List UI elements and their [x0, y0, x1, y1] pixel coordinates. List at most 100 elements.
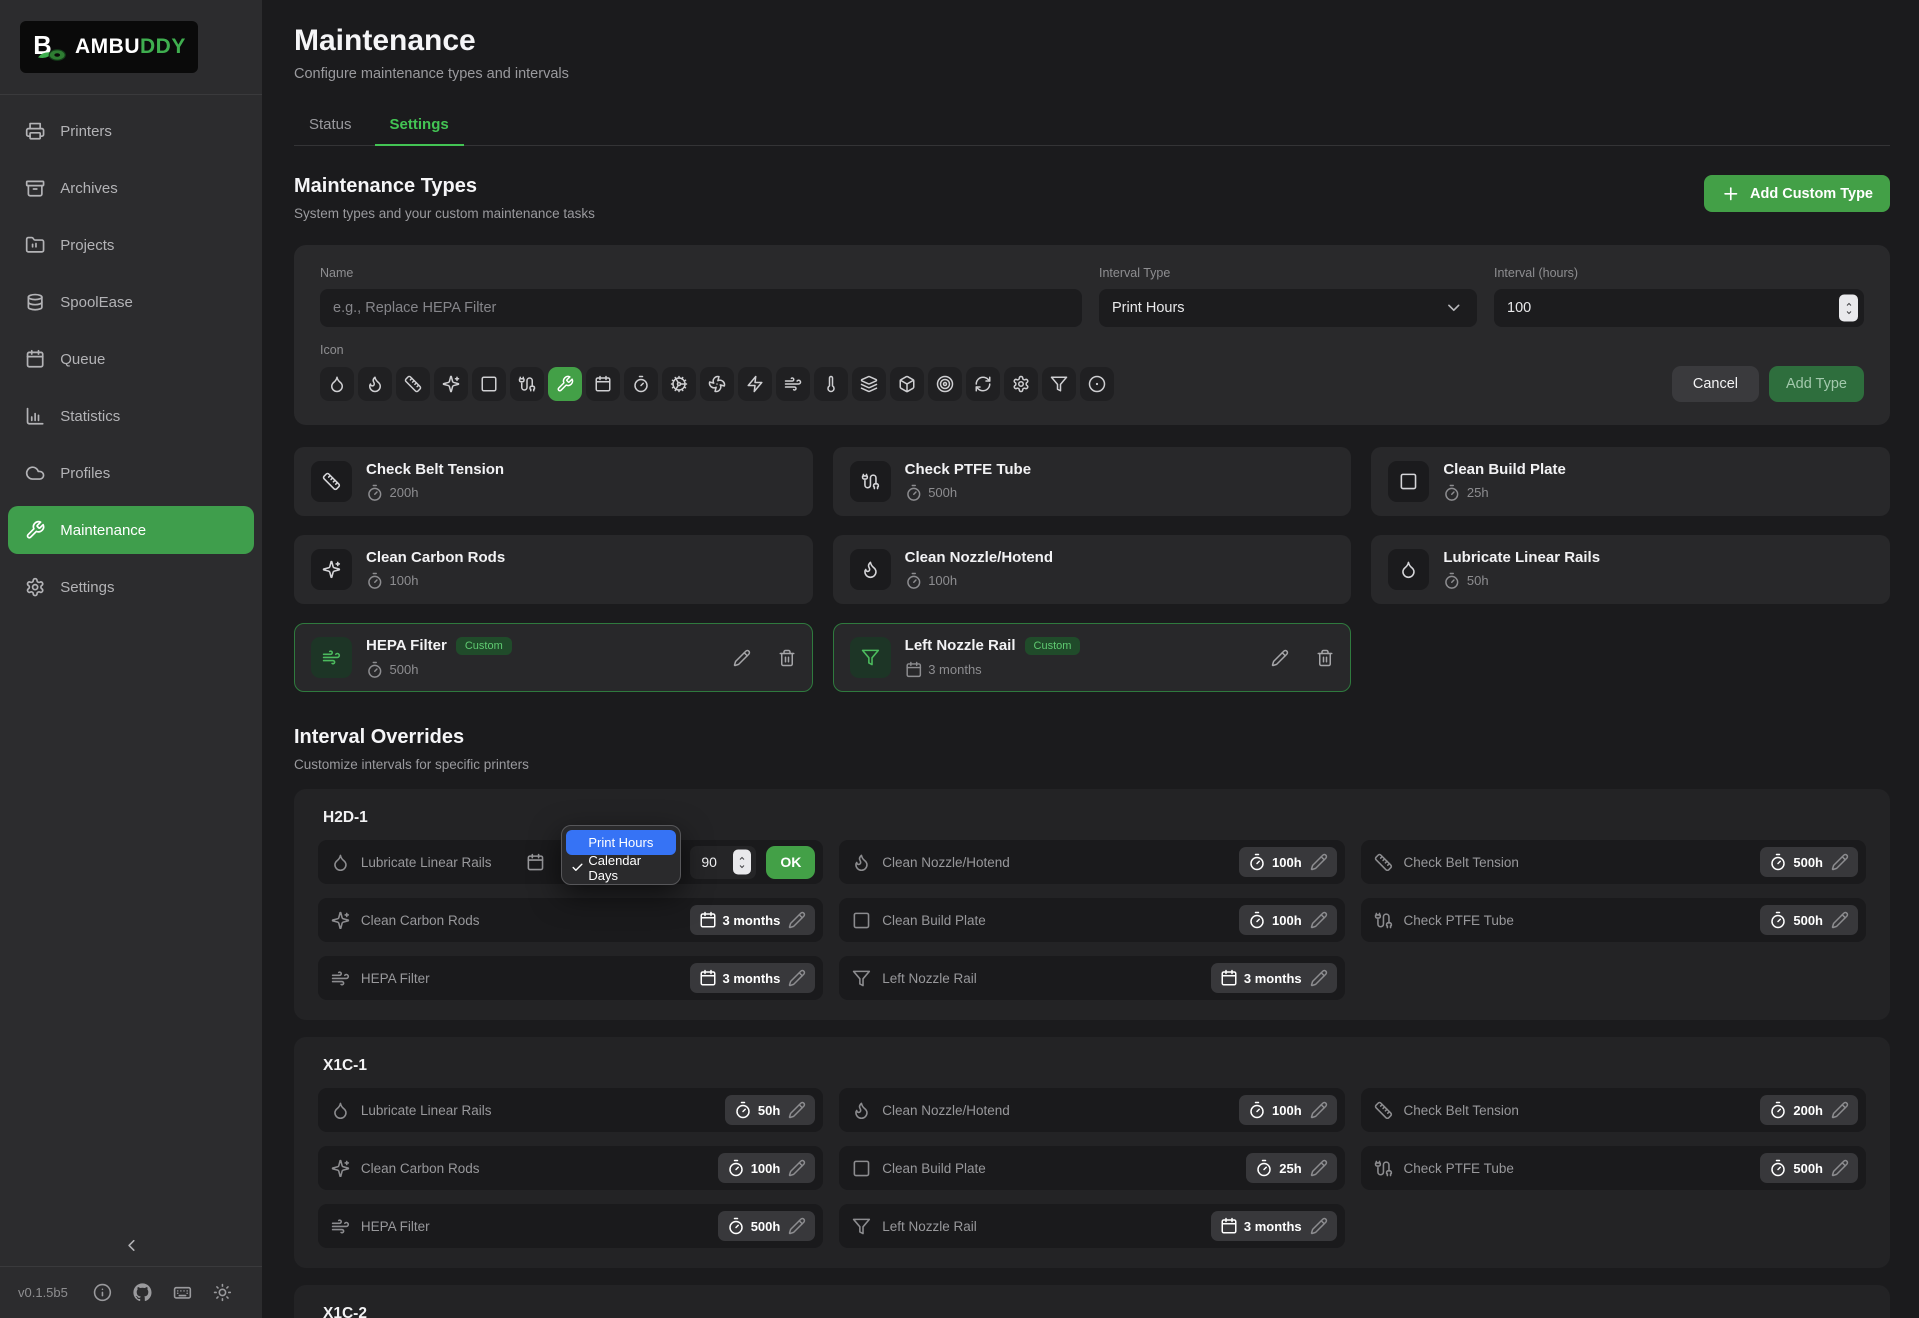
add-type-button[interactable]: Add Type — [1769, 366, 1864, 402]
icon-option-layers[interactable] — [852, 367, 886, 401]
icon-option-cable[interactable] — [510, 367, 544, 401]
timer-icon — [905, 572, 923, 590]
sidebar-item-profiles[interactable]: Profiles — [8, 449, 254, 497]
type-name: Clean Carbon Rods — [366, 549, 505, 566]
sidebar-item-archives[interactable]: Archives — [8, 164, 254, 212]
icon-option-circle-dot[interactable] — [1080, 367, 1114, 401]
icon-option-wind[interactable] — [776, 367, 810, 401]
sidebar-item-spoolease[interactable]: SpoolEase — [8, 278, 254, 326]
type-card-hepa-filter: HEPA FilterCustom 500h — [294, 623, 813, 692]
icon-option-fan[interactable] — [700, 367, 734, 401]
sun-icon[interactable] — [213, 1283, 232, 1302]
tab-settings[interactable]: Settings — [375, 106, 464, 146]
keyboard-icon[interactable] — [173, 1283, 192, 1302]
menu-option-calendar-days[interactable]: Calendar Days — [566, 855, 676, 880]
interval-hours-input[interactable] — [1494, 289, 1864, 327]
name-input[interactable] — [320, 289, 1082, 327]
sidebar-item-projects[interactable]: Projects — [8, 221, 254, 269]
icon-option-droplet[interactable] — [320, 367, 354, 401]
interval-value: 50h — [758, 1103, 780, 1118]
interval-type-select[interactable]: Print Hours — [1099, 289, 1477, 327]
interval-pill-button[interactable]: 25h — [1246, 1153, 1336, 1183]
edit-type-button[interactable] — [733, 649, 751, 667]
app-logo[interactable]: B AMBUDDY — [20, 21, 198, 73]
override-task-name: Check PTFE Tube — [1404, 913, 1514, 928]
calendar-icon[interactable] — [526, 853, 545, 872]
ok-button[interactable]: OK — [766, 846, 815, 879]
interval-pill-button[interactable]: 100h — [1239, 847, 1337, 877]
github-icon[interactable] — [133, 1283, 152, 1302]
sidebar-item-maintenance[interactable]: Maintenance — [8, 506, 254, 554]
page-title: Maintenance — [294, 24, 1890, 58]
icon-option-calendar[interactable] — [586, 367, 620, 401]
add-custom-type-button[interactable]: Add Custom Type — [1704, 175, 1890, 212]
interval-pill-button[interactable]: 3 months — [690, 905, 816, 935]
timer-icon — [1248, 911, 1266, 929]
interval-pill-button[interactable]: 100h — [1239, 905, 1337, 935]
sidebar-item-label: Profiles — [60, 465, 110, 482]
interval-pill-button[interactable]: 500h — [1760, 905, 1858, 935]
icon-option-gear[interactable] — [1004, 367, 1038, 401]
delete-type-button[interactable] — [1316, 649, 1334, 667]
interval-pill-button[interactable]: 500h — [718, 1211, 816, 1241]
icon-option-timer[interactable] — [624, 367, 658, 401]
sidebar-item-settings[interactable]: Settings — [8, 563, 254, 611]
number-stepper[interactable] — [733, 850, 751, 875]
interval-pill-button[interactable]: 50h — [725, 1095, 815, 1125]
ruler-icon — [1374, 853, 1393, 872]
icon-option-refresh[interactable] — [966, 367, 1000, 401]
calendar-icon — [1220, 969, 1238, 987]
interval-value: 500h — [1793, 855, 1823, 870]
pencil-icon — [1310, 853, 1328, 871]
sidebar-item-statistics[interactable]: Statistics — [8, 392, 254, 440]
menu-option-print-hours[interactable]: Print Hours — [566, 830, 676, 855]
icon-option-funnel[interactable] — [1042, 367, 1076, 401]
icon-option-disc[interactable] — [928, 367, 962, 401]
interval-pill-button[interactable]: 500h — [1760, 1153, 1858, 1183]
timer-icon — [1769, 1159, 1787, 1177]
icon-option-flame[interactable] — [358, 367, 392, 401]
interval-pill-button[interactable]: 100h — [1239, 1095, 1337, 1125]
icon-option-box[interactable] — [890, 367, 924, 401]
delete-type-button[interactable] — [778, 649, 796, 667]
override-task-name: Left Nozzle Rail — [882, 1219, 977, 1234]
icon-option-zap[interactable] — [738, 367, 772, 401]
main-content: Maintenance Configure maintenance types … — [262, 0, 1919, 1318]
override-row: Check PTFE Tube 500h — [1361, 898, 1866, 942]
interval-pill-button[interactable]: 3 months — [690, 963, 816, 993]
cloud-icon — [25, 463, 45, 483]
tab-status[interactable]: Status — [294, 106, 367, 146]
cancel-button[interactable]: Cancel — [1672, 366, 1759, 402]
pencil-icon — [788, 1159, 806, 1177]
timer-icon — [905, 484, 923, 502]
interval-pill-button[interactable]: 200h — [1760, 1095, 1858, 1125]
sidebar-collapse-button[interactable] — [0, 1224, 262, 1266]
chart-icon — [25, 406, 45, 426]
type-name: Check Belt Tension — [366, 461, 504, 478]
interval-pill-button[interactable]: 3 months — [1211, 963, 1337, 993]
number-stepper[interactable] — [1839, 295, 1858, 322]
interval-pill-button[interactable]: 3 months — [1211, 1211, 1337, 1241]
sidebar-item-label: Statistics — [60, 408, 120, 425]
override-value-input[interactable]: 90 — [690, 846, 756, 879]
sidebar-item-queue[interactable]: Queue — [8, 335, 254, 383]
interval-pill-button[interactable]: 500h — [1760, 847, 1858, 877]
icon-option-square[interactable] — [472, 367, 506, 401]
timer-icon — [1769, 911, 1787, 929]
override-task-name: Clean Carbon Rods — [361, 1161, 480, 1176]
info-icon[interactable] — [93, 1283, 112, 1302]
icon-option-wrench-selected[interactable] — [548, 367, 582, 401]
printer-icon — [25, 121, 45, 141]
icon-option-ruler[interactable] — [396, 367, 430, 401]
type-name: Clean Nozzle/Hotend — [905, 549, 1053, 566]
icon-option-sparkles[interactable] — [434, 367, 468, 401]
interval-pill-button[interactable]: 100h — [718, 1153, 816, 1183]
sidebar-item-printers[interactable]: Printers — [8, 107, 254, 155]
icon-option-thermometer[interactable] — [814, 367, 848, 401]
icon-option-cog[interactable] — [662, 367, 696, 401]
type-interval: 500h — [928, 485, 957, 500]
override-row: Clean Carbon Rods 100h — [318, 1146, 823, 1190]
calendar-icon — [1220, 1217, 1238, 1235]
name-label: Name — [320, 266, 1082, 280]
edit-type-button[interactable] — [1271, 649, 1289, 667]
